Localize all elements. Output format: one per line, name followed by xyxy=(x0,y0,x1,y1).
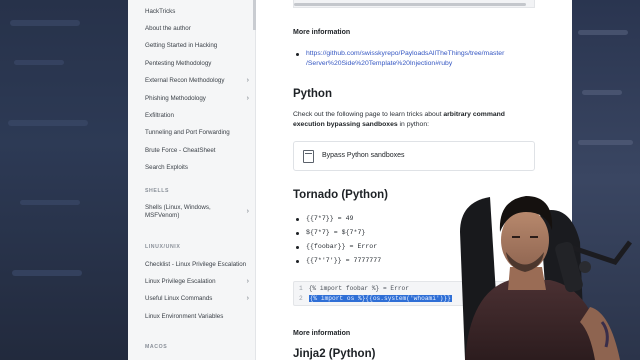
sidebar-item-brute-force[interactable]: Brute Force - CheatSheet xyxy=(145,147,251,155)
sidebar-item-external-recon[interactable]: External Recon Methodology › xyxy=(145,77,251,85)
tornado-item: ${7*7} = ${7*7} xyxy=(306,229,366,236)
line-number: 2 xyxy=(299,295,303,302)
more-information-heading-2: More information xyxy=(293,330,351,337)
chevron-right-icon[interactable]: › xyxy=(247,295,249,303)
sidebar-item-label: Getting Started in Hacking xyxy=(145,42,218,49)
chevron-right-icon[interactable]: › xyxy=(247,77,249,85)
sidebar-nav: HackTricks About the author Getting Star… xyxy=(128,0,256,360)
link-line2: /Server%20Side%20Template%20Injection#ru… xyxy=(306,60,453,67)
code-line: 2 {% import os %}{{os.system('whoami')}} xyxy=(299,295,452,302)
sidebar-item-linux-checklist[interactable]: Checklist - Linux Privilege Escalation xyxy=(145,261,251,269)
sidebar-item-phishing[interactable]: Phishing Methodology › xyxy=(145,95,251,103)
sidebar-section-macos: MACOS xyxy=(145,344,168,350)
line-number: 1 xyxy=(299,285,303,292)
tornado-item: {{7*7}} = 49 xyxy=(306,215,354,222)
sidebar-item-hacktricks[interactable]: HackTricks xyxy=(145,8,251,16)
sidebar-item-label: Phishing Methodology xyxy=(145,95,206,102)
sidebar-item-label: Exfiltration xyxy=(145,112,174,119)
python-heading: Python xyxy=(293,88,332,100)
sidebar-item-label-line1: Shells (Linux, Windows, xyxy=(145,204,211,211)
sidebar-item-exfiltration[interactable]: Exfiltration xyxy=(145,112,251,120)
tornado-item: {{foobar}} = Error xyxy=(306,243,378,250)
jinja2-heading: Jinja2 (Python) xyxy=(293,348,376,360)
sidebar-item-label: Tunneling and Port Forwarding xyxy=(145,129,230,136)
sidebar-item-shells[interactable]: Shells (Linux, Windows, MSFVenom) › xyxy=(145,204,251,220)
sidebar-item-label: Linux Environment Variables xyxy=(145,313,224,320)
code-scrollbar[interactable] xyxy=(294,3,526,6)
more-information-heading: More information xyxy=(293,29,351,36)
bullet-icon xyxy=(296,258,302,264)
sidebar-scrollbar[interactable] xyxy=(253,0,256,30)
bullet-icon xyxy=(296,230,302,236)
code-block-top xyxy=(293,0,535,8)
bullet-icon xyxy=(296,244,302,250)
sidebar-item-linux-privesc[interactable]: Linux Privilege Escalation › xyxy=(145,278,251,286)
tornado-item: {{7*'7'}} = 7777777 xyxy=(306,257,382,264)
para-text-end: in python: xyxy=(397,121,430,128)
chevron-right-icon[interactable]: › xyxy=(247,278,249,286)
code-text: {% import foobar %} = Error xyxy=(308,285,409,292)
sidebar-item-getting-started[interactable]: Getting Started in Hacking xyxy=(145,42,251,50)
bullet-icon xyxy=(296,51,302,57)
sidebar-section-linux: LINUX/UNIX xyxy=(145,244,181,250)
sidebar-item-about-author[interactable]: About the author xyxy=(145,25,251,33)
sidebar-section-shells: SHELLS xyxy=(145,188,170,194)
webcam-overlay xyxy=(430,172,640,360)
sidebar-item-label: About the author xyxy=(145,25,191,32)
background-left xyxy=(0,0,128,360)
payloads-link[interactable]: https://github.com/swisskyrepo/PayloadsA… xyxy=(306,49,504,69)
sidebar-item-label: Checklist - Linux Privilege Escalation xyxy=(145,261,247,268)
bypass-python-sandboxes-card[interactable]: Bypass Python sandboxes xyxy=(293,141,535,171)
page-icon xyxy=(303,150,314,163)
sidebar-item-pentesting-methodology[interactable]: Pentesting Methodology xyxy=(145,60,251,68)
sidebar-item-label: Brute Force - CheatSheet xyxy=(145,147,216,154)
sidebar-item-search-exploits[interactable]: Search Exploits xyxy=(145,164,251,172)
webcam-presenter-image xyxy=(460,196,632,360)
sidebar-item-label: HackTricks xyxy=(145,8,176,15)
python-paragraph: Check out the following page to learn tr… xyxy=(293,110,533,130)
card-label: Bypass Python sandboxes xyxy=(322,152,405,159)
sidebar-item-label: Shells (Linux, Windows, MSFVenom) xyxy=(145,204,211,220)
sidebar-item-label: Linux Privilege Escalation xyxy=(145,278,216,285)
sidebar-item-linux-env-vars[interactable]: Linux Environment Variables xyxy=(145,313,251,321)
link-line1: https://github.com/swisskyrepo/PayloadsA… xyxy=(306,50,505,57)
sidebar-item-label-line2: MSFVenom) xyxy=(145,212,180,219)
code-line: 1 {% import foobar %} = Error xyxy=(299,285,409,292)
sidebar-item-label: Search Exploits xyxy=(145,164,188,171)
sidebar-item-useful-linux-commands[interactable]: Useful Linux Commands › xyxy=(145,295,251,303)
bullet-icon xyxy=(296,216,302,222)
sidebar-item-label: Pentesting Methodology xyxy=(145,60,212,67)
chevron-right-icon[interactable]: › xyxy=(247,208,249,216)
para-text: Check out the following page to learn tr… xyxy=(293,111,444,118)
sidebar-item-label: Useful Linux Commands xyxy=(145,295,213,302)
chevron-right-icon[interactable]: › xyxy=(247,95,249,103)
tornado-heading: Tornado (Python) xyxy=(293,189,388,201)
sidebar-item-label: External Recon Methodology xyxy=(145,77,225,84)
sidebar-item-tunneling[interactable]: Tunneling and Port Forwarding xyxy=(145,129,251,137)
